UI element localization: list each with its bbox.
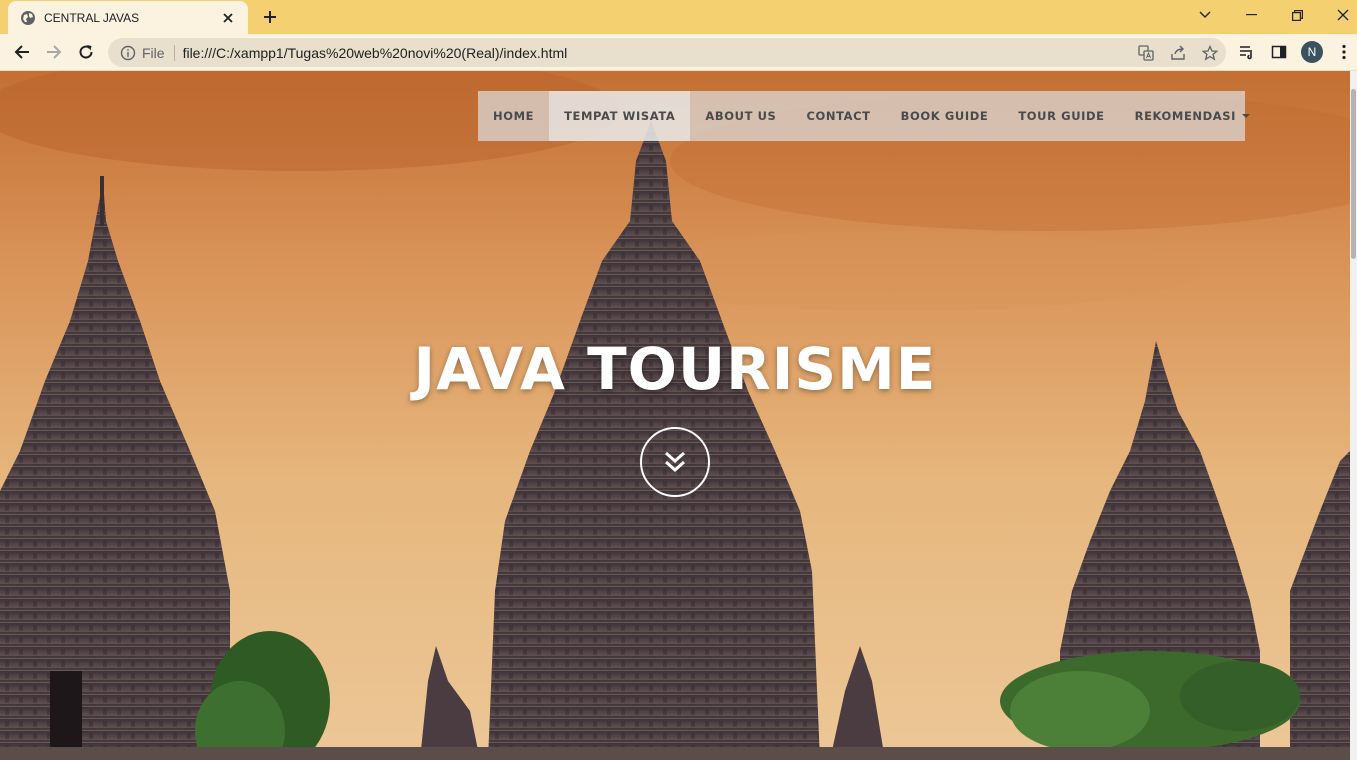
side-panel-button[interactable] xyxy=(1265,38,1293,66)
tab-strip: CENTRAL JAVAS xyxy=(0,0,1357,34)
scheme-label: File xyxy=(142,44,165,61)
url-text[interactable]: file:///C:/xampp1/Tugas%20web%20novi%20(… xyxy=(183,45,1130,61)
side-panel-icon xyxy=(1271,45,1287,59)
restore-icon xyxy=(1291,9,1303,21)
chevron-down-icon xyxy=(1199,11,1211,18)
caret-down-icon xyxy=(1242,114,1251,118)
tab-close-icon[interactable] xyxy=(218,8,238,28)
translate-button[interactable] xyxy=(1130,39,1162,67)
nav-rekomendasi-label: REKOMENDASI xyxy=(1134,109,1237,123)
omnibox-separator xyxy=(173,44,175,61)
nav-book-guide[interactable]: BOOK GUIDE xyxy=(886,91,1004,141)
scrollbar-thumb[interactable] xyxy=(1351,89,1356,259)
hero-title: JAVA TOURISME xyxy=(413,335,937,403)
forward-button[interactable] xyxy=(40,38,68,66)
arrow-left-icon xyxy=(14,45,29,59)
arrow-right-icon xyxy=(47,45,62,59)
reload-icon xyxy=(79,45,93,59)
nav-rekomendasi-dropdown[interactable]: REKOMENDASI xyxy=(1120,91,1265,141)
double-chevron-down-icon xyxy=(665,451,685,473)
profile-avatar[interactable]: N xyxy=(1301,41,1323,63)
minimize-icon xyxy=(1245,14,1257,16)
address-bar[interactable]: File file:///C:/xampp1/Tugas%20web%20nov… xyxy=(108,38,1226,67)
tab-title: CENTRAL JAVAS xyxy=(44,10,140,25)
minimize-button[interactable] xyxy=(1228,0,1274,30)
share-icon xyxy=(1171,45,1185,60)
share-button[interactable] xyxy=(1162,39,1194,67)
tab-search-button[interactable] xyxy=(1182,0,1228,30)
site-navbar: HOME TEMPAT WISATA ABOUT US CONTACT BOOK… xyxy=(478,91,1251,141)
nav-home[interactable]: HOME xyxy=(478,91,549,141)
nav-contact[interactable]: CONTACT xyxy=(791,91,885,141)
star-icon xyxy=(1202,44,1218,61)
nav-tempat-wisata[interactable]: TEMPAT WISATA xyxy=(549,91,691,141)
scroll-down-button[interactable] xyxy=(640,427,710,497)
translate-icon xyxy=(1138,44,1154,61)
restore-button[interactable] xyxy=(1274,0,1320,30)
browser-toolbar: File file:///C:/xampp1/Tugas%20web%20nov… xyxy=(0,34,1357,71)
page-scrollbar[interactable] xyxy=(1350,71,1357,760)
plus-icon xyxy=(264,11,276,23)
back-button[interactable] xyxy=(8,38,36,66)
page-viewport: HOME TEMPAT WISATA ABOUT US CONTACT BOOK… xyxy=(0,71,1350,760)
menu-button[interactable] xyxy=(1330,38,1357,66)
reading-list-icon xyxy=(1240,46,1252,60)
reading-list-button[interactable] xyxy=(1233,38,1261,66)
browser-tab[interactable]: CENTRAL JAVAS xyxy=(8,1,248,34)
reload-button[interactable] xyxy=(72,38,100,66)
globe-icon xyxy=(21,10,35,25)
new-tab-button[interactable] xyxy=(258,5,282,29)
close-icon xyxy=(1337,9,1349,21)
hero-background-image xyxy=(0,71,1350,760)
kebab-menu-icon xyxy=(1342,44,1346,60)
info-icon[interactable] xyxy=(120,45,136,61)
nav-tour-guide[interactable]: TOUR GUIDE xyxy=(1003,91,1119,141)
close-window-button[interactable] xyxy=(1320,0,1357,30)
bookmark-button[interactable] xyxy=(1194,39,1226,67)
nav-about-us[interactable]: ABOUT US xyxy=(690,91,791,141)
